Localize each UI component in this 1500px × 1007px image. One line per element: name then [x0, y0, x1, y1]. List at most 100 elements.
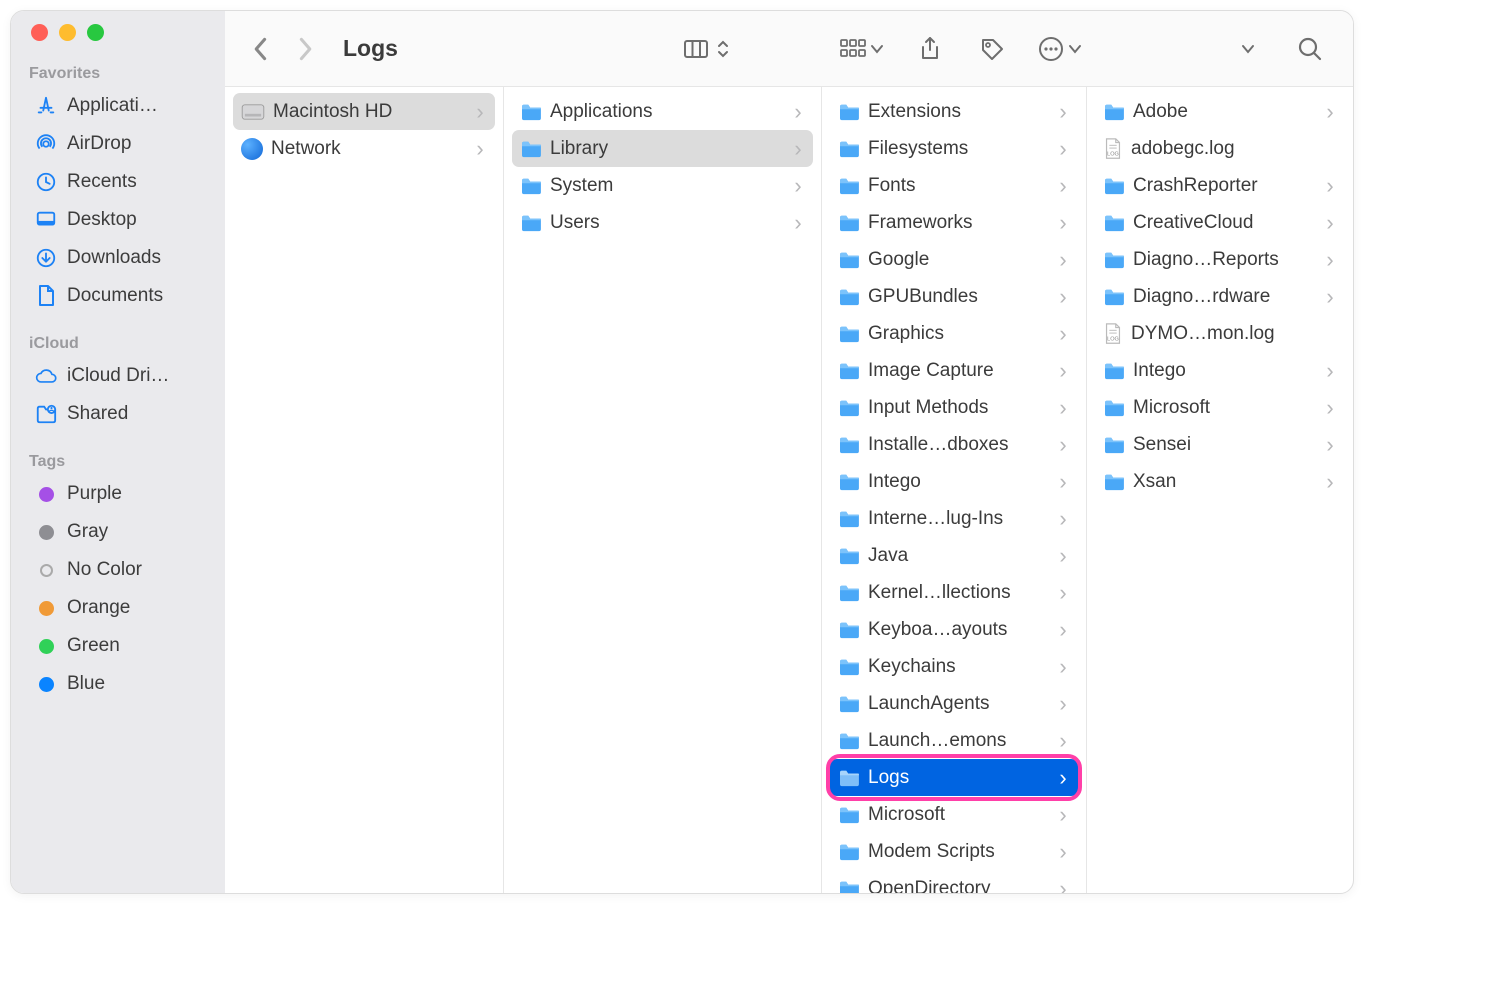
list-item[interactable]: Installe…dboxes›: [830, 426, 1078, 463]
sidebar-item-label: iCloud Dri…: [67, 365, 169, 387]
sidebar-item-label: Blue: [67, 673, 105, 695]
list-item[interactable]: Microsoft›: [830, 796, 1078, 833]
list-item[interactable]: Graphics›: [830, 315, 1078, 352]
group-by-button[interactable]: [840, 38, 884, 60]
list-item-label: OpenDirectory: [868, 878, 1048, 894]
sidebar-item-green[interactable]: Green: [11, 627, 225, 665]
sidebar-item-purple[interactable]: Purple: [11, 475, 225, 513]
list-item[interactable]: Diagno…Reports›: [1095, 241, 1345, 278]
list-item[interactable]: Input Methods›: [830, 389, 1078, 426]
more-button[interactable]: [1038, 36, 1082, 62]
list-item[interactable]: Logs›: [830, 759, 1078, 796]
list-item[interactable]: Microsoft›: [1095, 389, 1345, 426]
list-item[interactable]: Google›: [830, 241, 1078, 278]
list-item[interactable]: Interne…lug-Ins›: [830, 500, 1078, 537]
list-item[interactable]: Filesystems›: [830, 130, 1078, 167]
list-item-label: Modem Scripts: [868, 841, 1048, 863]
list-item[interactable]: Xsan›: [1095, 463, 1345, 500]
sidebar-item-downloads[interactable]: Downloads: [11, 239, 225, 277]
chevron-right-icon: ›: [1056, 765, 1070, 791]
column-0: Macintosh HD›Network›: [225, 87, 504, 893]
list-item-label: Macintosh HD: [273, 101, 465, 123]
list-item-label: Users: [550, 212, 783, 234]
sidebar-desktop-icon: [35, 209, 57, 231]
list-item[interactable]: CrashReporter›: [1095, 167, 1345, 204]
list-item[interactable]: Users›: [512, 204, 813, 241]
folder-icon: [520, 214, 542, 232]
list-item[interactable]: Applications›: [512, 93, 813, 130]
list-item[interactable]: Macintosh HD›: [233, 93, 495, 130]
tag-tag-icon: [35, 597, 57, 619]
list-item[interactable]: LOGadobegc.log: [1095, 130, 1345, 167]
list-item[interactable]: Sensei›: [1095, 426, 1345, 463]
chevron-right-icon: ›: [473, 136, 487, 162]
chevron-right-icon: ›: [1323, 284, 1337, 310]
sidebar: FavoritesApplicati…AirDropRecentsDesktop…: [11, 11, 225, 893]
list-item[interactable]: Network›: [233, 130, 495, 167]
list-item[interactable]: Kernel…llections›: [830, 574, 1078, 611]
column-2: Extensions›Filesystems›Fonts›Frameworks›…: [822, 87, 1087, 893]
maximize-window-button[interactable]: [87, 24, 104, 41]
list-item[interactable]: CreativeCloud›: [1095, 204, 1345, 241]
list-item-label: Interne…lug-Ins: [868, 508, 1048, 530]
list-item[interactable]: OpenDirectory›: [830, 870, 1078, 893]
close-window-button[interactable]: [31, 24, 48, 41]
list-item[interactable]: Modem Scripts›: [830, 833, 1078, 870]
sidebar-item-icloud-dri-[interactable]: iCloud Dri…: [11, 357, 225, 395]
sidebar-item-no-color[interactable]: No Color: [11, 551, 225, 589]
column-3: Adobe›LOGadobegc.logCrashReporter›Creati…: [1087, 87, 1353, 893]
list-item-label: Sensei: [1133, 434, 1315, 456]
sidebar-item-airdrop[interactable]: AirDrop: [11, 125, 225, 163]
list-item-label: Keyboa…ayouts: [868, 619, 1048, 641]
list-item[interactable]: Frameworks›: [830, 204, 1078, 241]
list-item-label: Google: [868, 249, 1048, 271]
list-item[interactable]: Intego›: [1095, 352, 1345, 389]
sidebar-item-desktop[interactable]: Desktop: [11, 201, 225, 239]
sidebar-item-recents[interactable]: Recents: [11, 163, 225, 201]
list-item[interactable]: Diagno…rdware›: [1095, 278, 1345, 315]
list-item[interactable]: Fonts›: [830, 167, 1078, 204]
list-item[interactable]: Intego›: [830, 463, 1078, 500]
folder-icon: [838, 584, 860, 602]
tag-tag-icon: [35, 483, 57, 505]
disk-icon: [241, 103, 265, 121]
traffic-lights: [11, 24, 225, 59]
forward-button[interactable]: [287, 31, 323, 67]
list-item[interactable]: GPUBundles›: [830, 278, 1078, 315]
search-button[interactable]: [1294, 33, 1326, 65]
list-item[interactable]: LOGDYMO…mon.log: [1095, 315, 1345, 352]
list-item[interactable]: LaunchAgents›: [830, 685, 1078, 722]
sidebar-item-shared[interactable]: Shared: [11, 395, 225, 433]
sidebar-item-gray[interactable]: Gray: [11, 513, 225, 551]
back-button[interactable]: [243, 31, 279, 67]
list-item-label: Image Capture: [868, 360, 1048, 382]
sidebar-item-applicati-[interactable]: Applicati…: [11, 87, 225, 125]
list-item-label: Input Methods: [868, 397, 1048, 419]
list-item[interactable]: System›: [512, 167, 813, 204]
minimize-window-button[interactable]: [59, 24, 76, 41]
folder-icon: [838, 473, 860, 491]
svg-text:LOG: LOG: [1107, 336, 1119, 342]
dropdown-button[interactable]: [1232, 33, 1264, 65]
list-item[interactable]: Image Capture›: [830, 352, 1078, 389]
list-item[interactable]: Adobe›: [1095, 93, 1345, 130]
folder-icon: [838, 732, 860, 750]
list-item[interactable]: Java›: [830, 537, 1078, 574]
list-item[interactable]: Keyboa…ayouts›: [830, 611, 1078, 648]
sidebar-item-orange[interactable]: Orange: [11, 589, 225, 627]
list-item[interactable]: Keychains›: [830, 648, 1078, 685]
chevron-right-icon: ›: [791, 99, 805, 125]
list-item[interactable]: Library›: [512, 130, 813, 167]
sidebar-item-documents[interactable]: Documents: [11, 277, 225, 315]
sidebar-item-blue[interactable]: Blue: [11, 665, 225, 703]
sidebar-app-store-icon: [35, 95, 57, 117]
share-button[interactable]: [914, 33, 946, 65]
view-mode-button[interactable]: [684, 38, 730, 60]
list-item[interactable]: Launch…emons›: [830, 722, 1078, 759]
tags-button[interactable]: [976, 33, 1008, 65]
sidebar-cloud-icon: [35, 365, 57, 387]
list-item-label: Diagno…Reports: [1133, 249, 1315, 271]
chevron-right-icon: ›: [791, 173, 805, 199]
list-item[interactable]: Extensions›: [830, 93, 1078, 130]
chevron-right-icon: ›: [1056, 802, 1070, 828]
